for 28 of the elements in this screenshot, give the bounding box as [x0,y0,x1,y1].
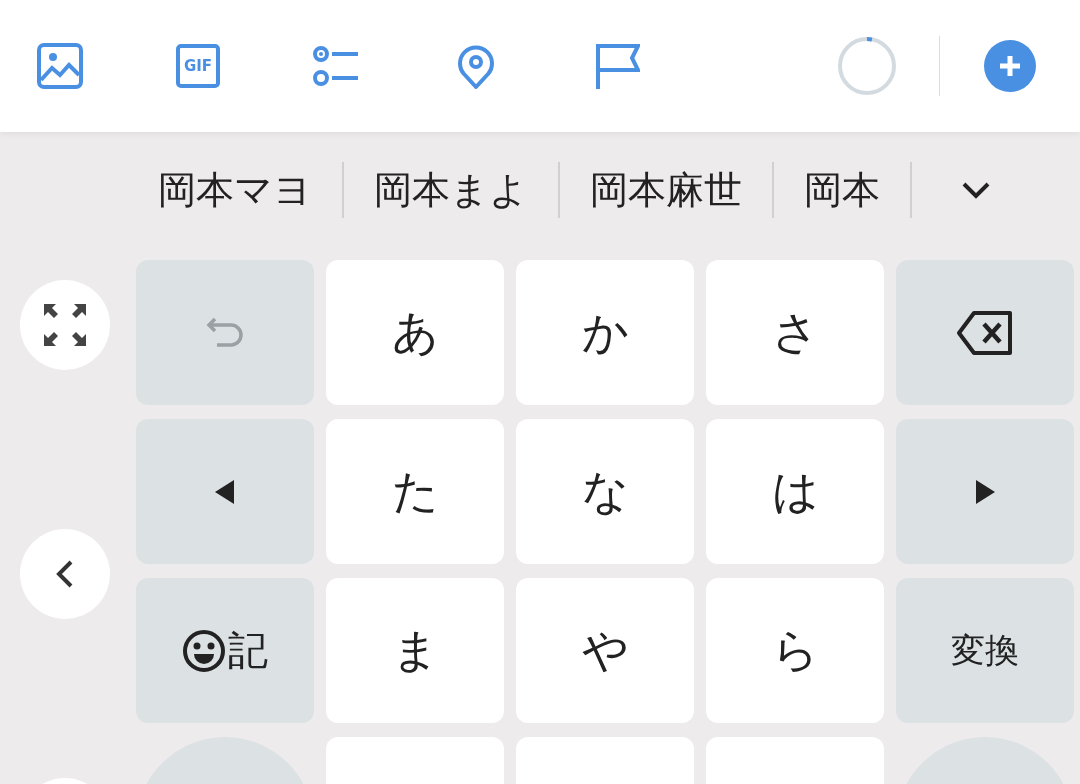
key[interactable]: た [326,419,504,564]
suggestion[interactable]: 岡本 [774,164,910,216]
backspace-icon [956,309,1014,356]
key[interactable]: さ [706,260,884,405]
triangle-left-icon [214,478,236,505]
convert-key[interactable]: 変換 [896,578,1074,723]
key[interactable]: な [516,419,694,564]
cursor-right-key[interactable] [896,419,1074,564]
backspace-key[interactable] [896,260,1074,405]
key-label: 記 [228,626,268,675]
undo-key[interactable] [136,260,314,405]
key[interactable]: か [516,260,694,405]
suggestion[interactable]: 岡本まよ [344,164,558,216]
symbol-key[interactable]: 記 [136,578,314,723]
key[interactable]: ま [326,578,504,723]
key[interactable]: ら [706,578,884,723]
image-icon[interactable] [36,42,84,90]
key[interactable]: は [706,419,884,564]
smiley-icon [182,628,226,673]
suggestion[interactable]: 岡本麻世 [560,164,772,216]
progress-ring [837,36,897,96]
expand-icon [42,302,88,348]
key[interactable]: や [516,578,694,723]
add-button[interactable] [984,40,1036,92]
suggestion[interactable]: 岡本マヨ [128,164,342,216]
triangle-right-icon [974,478,996,505]
key[interactable]: あ [326,260,504,405]
cursor-left-key[interactable] [136,419,314,564]
